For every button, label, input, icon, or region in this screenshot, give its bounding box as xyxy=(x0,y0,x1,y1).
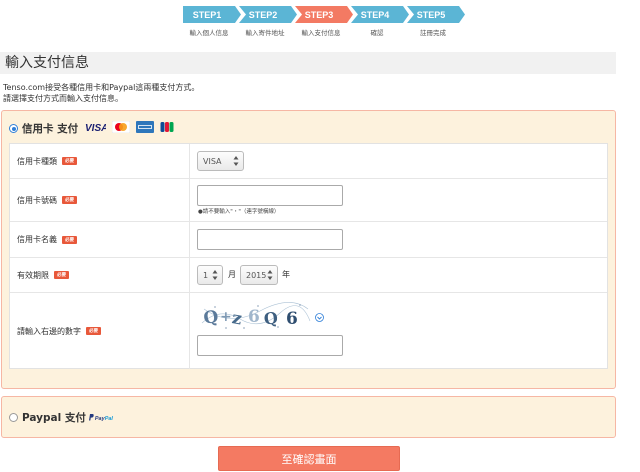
required-badge: 必要 xyxy=(62,157,77,165)
captcha-image: Q + z 6 Q 6 xyxy=(200,301,312,334)
confirm-button[interactable]: 至確認畫面 xyxy=(218,446,400,471)
svg-text:6: 6 xyxy=(286,309,298,329)
svg-text:VISA: VISA xyxy=(85,123,106,133)
required-badge: 必要 xyxy=(62,196,77,204)
captcha-refresh-icon[interactable] xyxy=(315,313,324,325)
step-progress: STEP1 輸入個人信息 STEP2 輸入寄件地址 STEP3 輸入支付信息 STEP4 確認… xyxy=(183,6,465,37)
step-label: STEP4 xyxy=(360,9,390,20)
card-name-label: 信用卡名義 xyxy=(17,235,57,244)
amex-logo xyxy=(136,121,155,136)
paypal-label: Paypal 支付 xyxy=(22,412,86,424)
captcha-label: 請輸入右邊的數字 xyxy=(17,326,81,336)
credit-card-option[interactable]: 信用卡 支付 VISA xyxy=(9,120,174,136)
svg-text:+: + xyxy=(220,309,232,325)
select-arrows-icon xyxy=(232,154,240,168)
expiry-year-select[interactable]: 2015 xyxy=(240,265,278,285)
svg-text:6: 6 xyxy=(248,307,260,327)
svg-text:Q: Q xyxy=(202,307,220,329)
visa-logo: VISA xyxy=(84,121,108,136)
page-title: 輸入支付信息 xyxy=(0,52,616,74)
card-number-note: ●請不要輸入"・"（連字號橫線） xyxy=(198,209,280,215)
row-card-type: 信用卡種類 必要 VISA xyxy=(10,144,607,179)
expiry-month-value: 1 xyxy=(203,270,209,280)
expiry-month-select[interactable]: 1 xyxy=(197,265,223,285)
required-badge: 必要 xyxy=(54,271,69,279)
row-card-name: 信用卡名義 必要 xyxy=(10,222,607,258)
captcha-input[interactable] xyxy=(197,335,343,356)
row-expiry: 有效期限 必要 1 月 2015 年 xyxy=(10,258,607,293)
month-unit: 月 xyxy=(228,270,236,279)
intro-text: Tenso.com接受各種信用卡和Paypal這兩種支付方式。 請選擇支付方式而… xyxy=(3,82,199,104)
mastercard-logo xyxy=(111,120,131,136)
card-type-select[interactable]: VISA xyxy=(197,151,244,171)
card-name-input[interactable] xyxy=(197,229,343,250)
intro-line-2: 請選擇支付方式而輸入支付信息。 xyxy=(3,94,123,103)
paypal-option[interactable]: Paypal 支付 PayPal xyxy=(9,410,113,425)
step-5: STEP5 註冊完成 xyxy=(407,6,465,37)
step-bar: STEP3 xyxy=(295,6,353,23)
paypal-logo: PayPal xyxy=(88,413,113,422)
row-card-number: 信用卡號碼 必要 ●請不要輸入"・"（連字號橫線） xyxy=(10,179,607,222)
credit-card-label: 信用卡 支付 xyxy=(22,123,79,135)
credit-card-radio[interactable] xyxy=(9,124,18,133)
credit-card-form: 信用卡種類 必要 VISA 信用卡號碼 必要 ●請不要輸入"・"（連字號橫線） … xyxy=(9,143,608,369)
step-label: STEP3 xyxy=(304,9,334,20)
step-2: STEP2 輸入寄件地址 xyxy=(239,6,297,37)
card-name-label-cell: 信用卡名義 必要 xyxy=(10,222,190,257)
step-3: STEP3 輸入支付信息 xyxy=(295,6,353,37)
step-label: STEP5 xyxy=(416,9,446,20)
step-caption: 註冊完成 xyxy=(420,29,446,37)
required-badge: 必要 xyxy=(62,235,77,244)
paypal-logo-pay: Pay xyxy=(94,415,105,422)
captcha-label-cell: 請輸入右邊的數字 必要 xyxy=(10,293,190,369)
row-captcha: 請輸入右邊的數字 必要 Q + z 6 Q 6 xyxy=(10,293,607,369)
step-4: STEP4 確認 xyxy=(351,6,409,37)
required-badge: 必要 xyxy=(86,327,101,335)
step-bar: STEP5 xyxy=(407,6,465,23)
card-number-label-cell: 信用卡號碼 必要 xyxy=(10,179,190,221)
intro-line-1: Tenso.com接受各種信用卡和Paypal這兩種支付方式。 xyxy=(3,83,200,92)
card-type-value: VISA xyxy=(203,156,222,166)
jcb-logo xyxy=(160,121,174,136)
select-arrows-icon xyxy=(266,268,274,282)
card-type-label-cell: 信用卡種類 必要 xyxy=(10,144,190,178)
svg-text:Q: Q xyxy=(263,308,279,328)
card-number-input[interactable] xyxy=(197,185,343,206)
card-number-label: 信用卡號碼 xyxy=(17,195,57,205)
card-type-label: 信用卡種類 xyxy=(17,156,57,166)
step-label: STEP1 xyxy=(192,9,222,20)
step-label: STEP2 xyxy=(248,9,278,20)
expiry-year-value: 2015 xyxy=(246,270,267,280)
expiry-label-cell: 有效期限 必要 xyxy=(10,258,190,292)
step-bar: STEP2 xyxy=(239,6,297,23)
step-bar: STEP4 xyxy=(351,6,409,23)
step-bar: STEP1 xyxy=(183,6,241,23)
select-arrows-icon xyxy=(211,268,219,282)
year-unit: 年 xyxy=(282,270,290,279)
expiry-label: 有效期限 xyxy=(17,270,49,280)
paypal-radio[interactable] xyxy=(9,413,18,422)
step-1: STEP1 輸入個人信息 xyxy=(183,6,241,37)
paypal-logo-pal: Pal xyxy=(104,415,113,422)
